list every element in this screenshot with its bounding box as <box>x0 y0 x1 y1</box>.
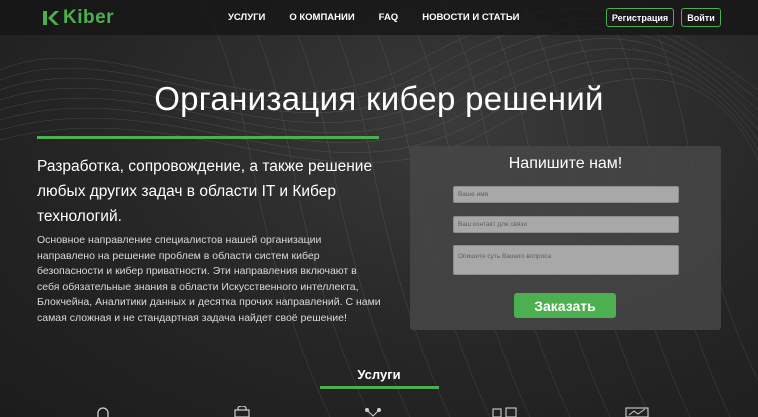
main-nav: Услуги О компании FAQ Новости и статьи <box>228 0 544 35</box>
contact-input[interactable] <box>453 216 679 233</box>
hero-divider <box>37 136 379 139</box>
hero-title: Организация кибер решений <box>154 80 604 117</box>
contact-form: Напишите нам! Заказать <box>410 146 721 330</box>
nav-item-news[interactable]: Новости и статьи <box>422 12 519 23</box>
services-divider <box>320 386 439 389</box>
order-button[interactable]: Заказать <box>514 293 616 318</box>
devices-icon <box>492 407 517 417</box>
hero-description: Основное направление специалистов нашей … <box>37 234 381 324</box>
nav-item-about[interactable]: О компании <box>289 12 354 23</box>
services-heading: Услуги <box>357 367 401 382</box>
message-textarea[interactable] <box>453 245 679 275</box>
nav-item-faq[interactable]: FAQ <box>379 12 399 23</box>
top-navbar: Kiber Услуги О компании FAQ Новости и ст… <box>0 0 758 35</box>
login-button[interactable]: Войти <box>681 8 721 27</box>
logo[interactable]: Kiber <box>42 7 115 28</box>
nav-item-services[interactable]: Услуги <box>228 12 265 23</box>
name-input[interactable] <box>453 186 679 203</box>
hero-lead-text: Разработка, сопровождение, а также решен… <box>37 158 373 225</box>
register-button[interactable]: Регистрация <box>606 8 674 27</box>
support-icon <box>97 407 109 417</box>
lock-icon <box>234 406 250 417</box>
chart-icon <box>625 407 649 417</box>
network-icon <box>365 408 381 417</box>
kiber-logo-icon <box>43 11 59 25</box>
logo-text: Kiber <box>63 7 115 28</box>
form-title: Напишите нам! <box>508 155 623 172</box>
